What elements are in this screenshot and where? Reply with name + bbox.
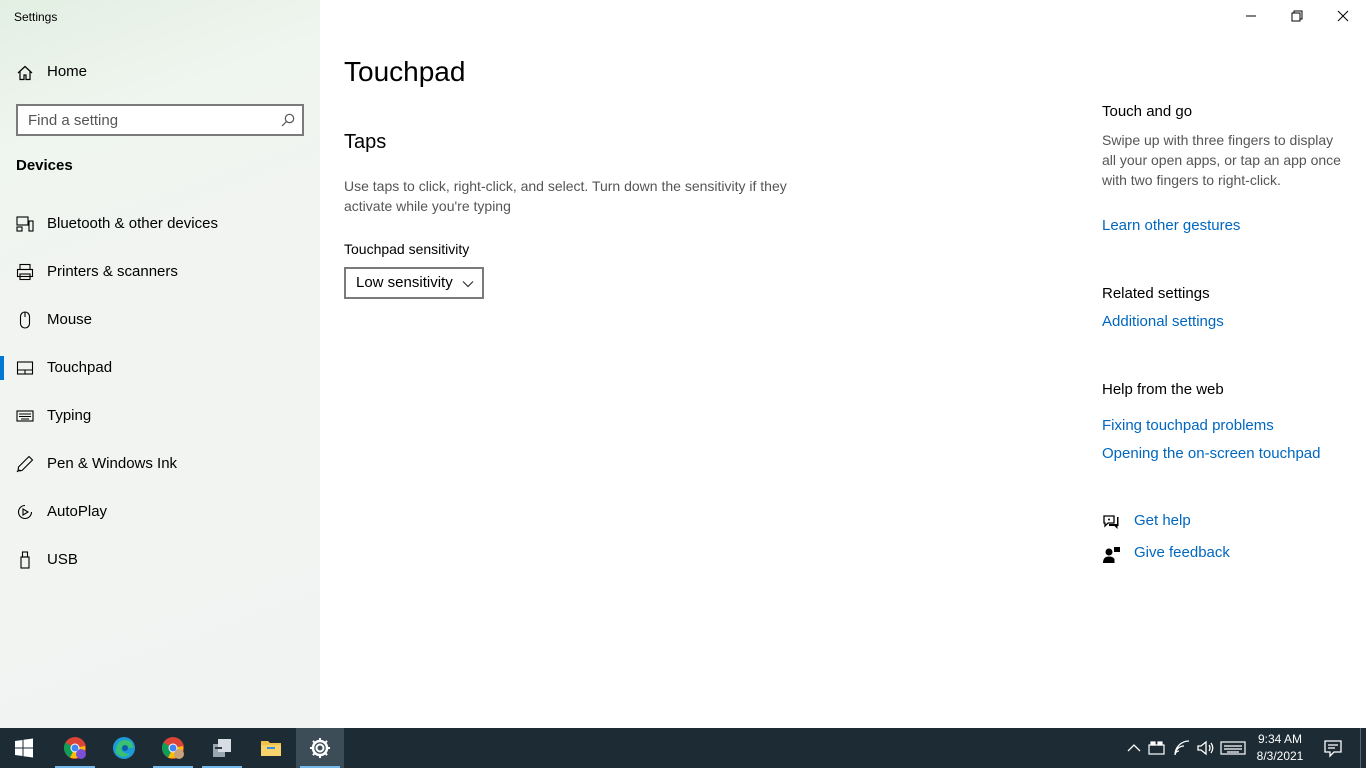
sidebar-item-printers[interactable]: Printers & scanners	[0, 252, 320, 292]
sensitivity-value: Low sensitivity	[356, 274, 453, 291]
sidebar-item-label: Pen & Windows Ink	[47, 455, 178, 472]
clock-time: 9:34 AM	[1257, 732, 1303, 746]
window-title: Settings	[14, 10, 58, 24]
taskbar-file-explorer[interactable]	[247, 728, 295, 768]
autoplay-icon	[17, 504, 33, 520]
related-settings-heading: Related settings	[1102, 285, 1210, 302]
taps-heading: Taps	[344, 131, 387, 153]
sidebar-home[interactable]: Home	[0, 56, 320, 90]
keyboard-icon[interactable]	[1220, 738, 1246, 758]
mouse-icon	[19, 311, 31, 329]
active-indicator	[0, 356, 4, 380]
close-button[interactable]	[1320, 0, 1366, 32]
feedback-icon	[1103, 547, 1120, 563]
sidebar-item-label: Touchpad	[47, 359, 113, 376]
touchpad-icon	[16, 361, 34, 375]
keyboard-icon	[16, 410, 34, 422]
edge-icon	[113, 737, 135, 759]
sidebar-item-usb[interactable]: USB	[0, 540, 320, 580]
clock-date: 8/3/2021	[1256, 749, 1304, 763]
sidebar-item-label: Mouse	[47, 311, 93, 328]
sidebar-item-touchpad[interactable]: Touchpad	[0, 348, 320, 388]
notifications-icon[interactable]	[1323, 738, 1343, 758]
sidebar-item-pen[interactable]: Pen & Windows Ink	[0, 444, 320, 484]
taskbar-settings[interactable]	[296, 728, 344, 768]
taskbar-edge[interactable]	[100, 728, 148, 768]
minimize-button[interactable]	[1228, 0, 1274, 32]
sidebar-item-label: Typing	[47, 407, 92, 424]
touch-and-go-heading: Touch and go	[1102, 103, 1193, 120]
get-help-icon	[1103, 515, 1119, 529]
search-icon[interactable]	[281, 113, 295, 127]
close-icon	[1337, 10, 1349, 22]
taps-description: Use taps to click, right-click, and sele…	[344, 178, 787, 214]
sidebar-home-label: Home	[47, 63, 88, 80]
chevron-up-icon[interactable]	[1124, 738, 1144, 758]
additional-settings-link[interactable]: Additional settings	[1102, 313, 1224, 330]
touch-and-go-text: Swipe up with three fingers to display a…	[1102, 132, 1341, 188]
chrome-icon	[63, 737, 86, 759]
minimize-icon	[1246, 15, 1256, 17]
sidebar: Settings Home Devices Bluetooth & other …	[0, 0, 320, 728]
volume-icon[interactable]	[1196, 738, 1216, 758]
fixing-touchpad-link[interactable]: Fixing touchpad problems	[1102, 417, 1274, 434]
taskbar-app[interactable]	[198, 728, 246, 768]
onscreen-touchpad-link[interactable]: Opening the on-screen touchpad	[1102, 445, 1321, 462]
system-clock[interactable]: 9:34 AM 8/3/2021	[1248, 731, 1312, 765]
learn-gestures-link[interactable]: Learn other gestures	[1102, 217, 1240, 234]
pen-icon	[16, 455, 34, 473]
home-icon	[17, 65, 33, 81]
folder-icon	[261, 741, 281, 756]
restore-icon	[1291, 10, 1303, 22]
page-title: Touchpad	[344, 56, 466, 87]
battery-icon[interactable]	[1147, 738, 1167, 758]
printer-icon	[16, 263, 34, 281]
wifi-icon[interactable]	[1172, 738, 1192, 758]
taskbar-chrome-user[interactable]	[149, 728, 197, 768]
sidebar-item-label: Printers & scanners	[47, 263, 178, 280]
sidebar-item-label: USB	[47, 551, 78, 568]
sidebar-item-typing[interactable]: Typing	[0, 396, 320, 436]
usb-icon	[20, 551, 30, 569]
chrome-icon	[161, 737, 184, 759]
help-web-heading: Help from the web	[1102, 381, 1224, 398]
chevron-down-icon	[462, 281, 474, 288]
search-input[interactable]	[18, 106, 268, 134]
app-icon	[213, 739, 231, 757]
restore-button[interactable]	[1274, 0, 1320, 32]
taskbar-chrome-profile[interactable]	[51, 728, 99, 768]
sidebar-item-label: Bluetooth & other devices	[47, 215, 218, 232]
gear-icon	[310, 738, 330, 758]
main-content: Touchpad Taps Use taps to click, right-c…	[320, 0, 1366, 728]
sensitivity-dropdown[interactable]: Low sensitivity	[344, 267, 484, 299]
sidebar-item-mouse[interactable]: Mouse	[0, 300, 320, 340]
give-feedback-label: Give feedback	[1134, 544, 1230, 561]
search-box	[16, 104, 304, 136]
start-button[interactable]	[0, 728, 48, 768]
sidebar-item-bluetooth[interactable]: Bluetooth & other devices	[0, 204, 320, 244]
sidebar-section-label: Devices	[16, 157, 73, 174]
get-help-label: Get help	[1134, 512, 1191, 529]
bluetooth-devices-icon	[16, 216, 34, 232]
sidebar-item-label: AutoPlay	[47, 503, 108, 520]
sensitivity-label: Touchpad sensitivity	[344, 241, 470, 257]
show-desktop-button[interactable]	[1360, 728, 1366, 768]
taskbar: 9:34 AM 8/3/2021	[0, 728, 1366, 768]
windows-logo-icon	[15, 738, 33, 758]
sidebar-item-autoplay[interactable]: AutoPlay	[0, 492, 320, 532]
